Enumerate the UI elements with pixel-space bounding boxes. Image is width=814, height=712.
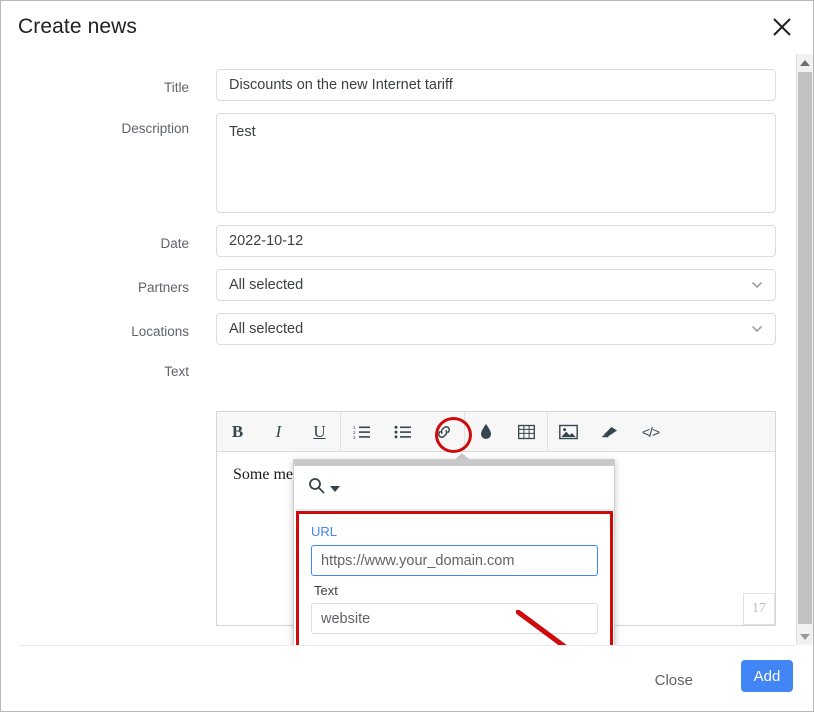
insert-link-popup: URL https://www.your_domain.com Text web… bbox=[293, 453, 615, 645]
image-icon[interactable] bbox=[548, 412, 589, 452]
chevron-down-icon bbox=[750, 322, 764, 336]
svg-text:3: 3 bbox=[353, 435, 356, 440]
table-icon[interactable] bbox=[506, 412, 547, 452]
chevron-down-icon[interactable] bbox=[330, 485, 340, 492]
popup-caret bbox=[454, 453, 470, 460]
text-label: Text bbox=[164, 364, 189, 379]
bold-icon[interactable]: B bbox=[217, 412, 258, 452]
unordered-list-icon[interactable] bbox=[382, 412, 423, 452]
add-button[interactable]: Add bbox=[741, 660, 793, 692]
create-news-modal: Create news Title Discounts on the new I… bbox=[0, 0, 814, 712]
locations-select[interactable]: All selected bbox=[216, 313, 776, 345]
locations-value: All selected bbox=[229, 321, 304, 337]
search-icon[interactable] bbox=[308, 477, 325, 499]
text-color-icon[interactable] bbox=[465, 412, 506, 452]
title-input[interactable]: Discounts on the new Internet tariff bbox=[216, 69, 776, 101]
code-view-icon[interactable]: </> bbox=[630, 412, 671, 452]
character-count: 17 bbox=[743, 593, 775, 625]
vertical-scrollbar[interactable] bbox=[796, 54, 813, 645]
link-text-input[interactable]: website bbox=[311, 603, 598, 634]
toolbar-group-style: B I U bbox=[217, 411, 341, 452]
close-button[interactable]: Close bbox=[645, 666, 703, 695]
partners-label: Partners bbox=[137, 280, 189, 295]
link-form-highlight: URL https://www.your_domain.com Text web… bbox=[296, 511, 613, 645]
description-label: Description bbox=[121, 121, 189, 136]
scroll-up-arrow-icon[interactable] bbox=[797, 54, 813, 71]
close-icon[interactable] bbox=[768, 13, 796, 41]
link-icon[interactable] bbox=[423, 412, 464, 452]
editor-toolbar: B I U 1 2 3 </> bbox=[217, 411, 775, 452]
partners-select[interactable]: All selected bbox=[216, 269, 776, 301]
toolbar-group-media: </> bbox=[548, 412, 671, 452]
scroll-down-arrow-icon[interactable] bbox=[797, 628, 813, 645]
locations-label: Locations bbox=[131, 324, 189, 339]
toolbar-group-lists: 1 2 3 bbox=[341, 411, 465, 452]
modal-footer: Close Add bbox=[1, 646, 813, 711]
italic-icon[interactable]: I bbox=[258, 412, 299, 452]
underline-icon[interactable]: U bbox=[299, 412, 340, 452]
clear-format-icon[interactable] bbox=[589, 412, 630, 452]
title-label: Title bbox=[163, 80, 189, 95]
scrollbar-thumb[interactable] bbox=[798, 72, 812, 624]
url-label: URL bbox=[311, 524, 338, 539]
toolbar-group-insert bbox=[465, 411, 548, 452]
partners-value: All selected bbox=[229, 277, 304, 293]
ordered-list-icon[interactable]: 1 2 3 bbox=[341, 412, 382, 452]
modal-header: Create news bbox=[1, 1, 813, 53]
url-input[interactable]: https://www.your_domain.com bbox=[311, 545, 598, 576]
date-input[interactable]: 2022-10-12 bbox=[216, 225, 776, 257]
chevron-down-icon bbox=[750, 278, 764, 292]
popup-search-row[interactable] bbox=[294, 466, 614, 510]
link-text-label: Text bbox=[314, 583, 338, 598]
page-title: Create news bbox=[18, 15, 137, 38]
modal-body: Title Discounts on the new Internet tari… bbox=[1, 53, 813, 645]
date-label: Date bbox=[160, 236, 189, 251]
description-textarea[interactable]: Test bbox=[216, 113, 776, 213]
